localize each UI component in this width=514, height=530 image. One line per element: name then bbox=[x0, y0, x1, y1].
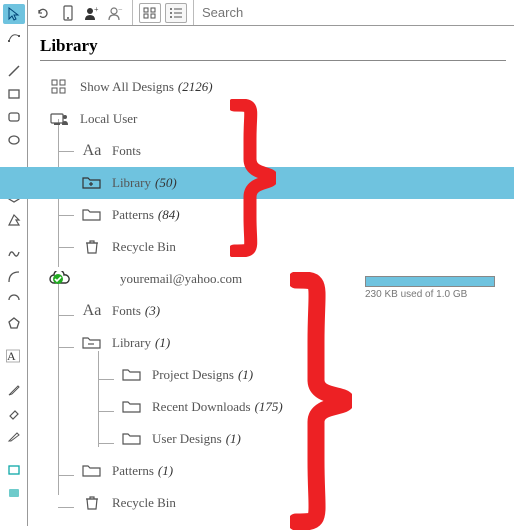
tree-local-patterns[interactable]: Patterns (84) bbox=[40, 199, 514, 231]
folder-plus-icon bbox=[80, 175, 104, 191]
tree-count: (1) bbox=[238, 367, 253, 383]
grid-view-button[interactable] bbox=[139, 3, 161, 23]
tree-count: (1) bbox=[226, 431, 241, 447]
tree-label: Patterns bbox=[112, 463, 154, 479]
ellipse-tool[interactable] bbox=[3, 130, 25, 150]
rectangle-tool[interactable] bbox=[3, 84, 25, 104]
svg-text:A: A bbox=[7, 349, 16, 363]
tree-label: Fonts bbox=[112, 303, 141, 319]
tree-count: (1) bbox=[158, 463, 173, 479]
tree-count: (3) bbox=[145, 303, 160, 319]
teal-shape-tool-2[interactable] bbox=[3, 483, 25, 503]
tree-label: Recycle Bin bbox=[112, 239, 176, 255]
tree-label: Library bbox=[112, 335, 151, 351]
edit-points-tool[interactable] bbox=[3, 27, 25, 47]
pencil-tool[interactable] bbox=[3, 380, 25, 400]
green-action-tool[interactable] bbox=[3, 506, 25, 526]
storage-bar bbox=[365, 276, 495, 287]
tree-cloud-library[interactable]: Library (1) bbox=[40, 327, 514, 359]
cursor-tool[interactable] bbox=[3, 4, 25, 24]
pentagon-tool[interactable] bbox=[3, 313, 25, 333]
tree-label: Recent Downloads bbox=[152, 399, 251, 415]
tree-label: Patterns bbox=[112, 207, 154, 223]
tree-label: Project Designs bbox=[152, 367, 234, 383]
blade-tool[interactable] bbox=[3, 426, 25, 446]
tree-label: User Designs bbox=[152, 431, 222, 447]
grid-icon bbox=[48, 79, 72, 95]
arrow-shape-tool[interactable] bbox=[3, 210, 25, 230]
tree-count: (1) bbox=[155, 335, 170, 351]
curve-tool[interactable] bbox=[3, 267, 25, 287]
tree-local-user[interactable]: Local User bbox=[40, 103, 514, 135]
text-tool[interactable]: A bbox=[3, 346, 25, 366]
tree-label: Fonts bbox=[112, 143, 141, 159]
add-user-button[interactable]: + bbox=[82, 3, 102, 23]
panel-title: Library bbox=[40, 36, 506, 61]
rounded-rect-tool[interactable] bbox=[3, 107, 25, 127]
tree-cloud-patterns[interactable]: Patterns (1) bbox=[40, 455, 514, 487]
folder-icon bbox=[120, 399, 144, 415]
font-icon: Aa bbox=[80, 302, 104, 320]
tree-count: (84) bbox=[158, 207, 180, 223]
tree-show-all-designs[interactable]: Show All Designs (2126) bbox=[40, 71, 514, 103]
tree-local-library[interactable]: Library (50) bbox=[0, 167, 514, 199]
folder-open-icon bbox=[80, 335, 104, 351]
freehand-tool[interactable] bbox=[3, 243, 25, 263]
cloud-check-icon bbox=[48, 271, 72, 287]
tree-label: Show All Designs bbox=[80, 79, 174, 95]
tree-cloud-recycle[interactable]: Recycle Bin bbox=[40, 487, 514, 519]
computer-user-icon bbox=[48, 111, 72, 127]
line-tool[interactable] bbox=[3, 61, 25, 81]
refresh-button[interactable] bbox=[34, 3, 54, 23]
folder-icon bbox=[80, 463, 104, 479]
tree-count: (175) bbox=[255, 399, 283, 415]
tree-user-designs[interactable]: User Designs (1) bbox=[40, 423, 514, 455]
folder-icon bbox=[120, 367, 144, 383]
tree-project-designs[interactable]: Project Designs (1) bbox=[40, 359, 514, 391]
tree-recent-downloads[interactable]: Recent Downloads (175) bbox=[40, 391, 514, 423]
svg-text:−: − bbox=[118, 6, 123, 14]
tree-local-fonts[interactable]: Aa Fonts bbox=[40, 135, 514, 167]
tree-count: (2126) bbox=[178, 79, 213, 95]
tree-label: youremail@yahoo.com bbox=[120, 271, 242, 287]
remove-user-button[interactable]: − bbox=[106, 3, 126, 23]
eraser-tool[interactable] bbox=[3, 403, 25, 423]
arc-tool[interactable] bbox=[3, 290, 25, 310]
storage-label: 230 KB used of 1.0 GB bbox=[365, 289, 495, 300]
top-toolbar: + − bbox=[28, 0, 514, 26]
tree-label: Recycle Bin bbox=[112, 495, 176, 511]
list-view-button[interactable] bbox=[165, 3, 187, 23]
search-input[interactable] bbox=[194, 0, 514, 25]
trash-icon bbox=[80, 239, 104, 255]
folder-icon bbox=[80, 207, 104, 223]
trash-icon bbox=[80, 495, 104, 511]
tree-label: Local User bbox=[80, 111, 137, 127]
tree-label: Library bbox=[112, 175, 151, 191]
tree-local-recycle[interactable]: Recycle Bin bbox=[40, 231, 514, 263]
left-tool-rail: A bbox=[0, 0, 28, 526]
storage-meter: 230 KB used of 1.0 GB bbox=[365, 276, 495, 300]
font-icon: Aa bbox=[80, 142, 104, 160]
tree-count: (50) bbox=[155, 175, 177, 191]
device-button[interactable] bbox=[58, 3, 78, 23]
svg-text:+: + bbox=[94, 6, 99, 14]
teal-shape-tool-1[interactable] bbox=[3, 460, 25, 480]
folder-icon bbox=[120, 431, 144, 447]
